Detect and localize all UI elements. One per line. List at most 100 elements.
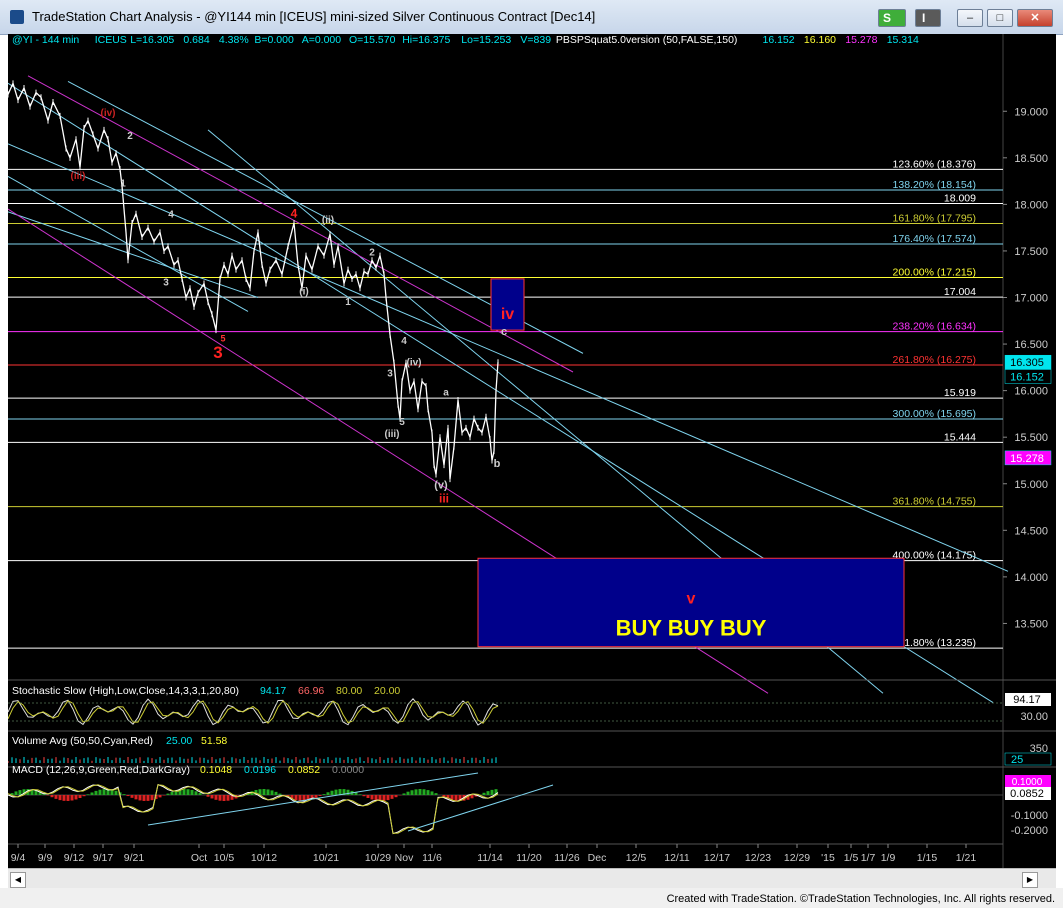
wave-label: 3	[213, 343, 222, 362]
channel-line	[7, 143, 1009, 572]
price-badge-text: 16.152	[1010, 371, 1044, 383]
macd-axis-label: 0.1000	[1012, 777, 1043, 788]
price-axis-label: 14.000	[1014, 572, 1048, 584]
stochastic-d-line	[7, 700, 499, 724]
header-field: 15.278	[845, 34, 877, 46]
date-axis-label: 11/20	[516, 852, 542, 864]
price-line	[7, 81, 499, 480]
wave-label: 5	[220, 333, 225, 343]
window-title: TradeStation Chart Analysis - @YI144 min…	[32, 9, 596, 24]
horizontal-scrollbar[interactable]: ◀ ▶	[8, 868, 1056, 889]
date-axis-label: 10/12	[251, 852, 277, 864]
fib-level-label: 161.80% (17.795)	[893, 212, 976, 224]
price-badge-text: 16.305	[1010, 357, 1044, 369]
price-axis-label: 13.500	[1014, 618, 1048, 630]
wave-label: (v)	[434, 479, 448, 491]
macd-label: MACD (12,26,9,Green,Red,DarkGray)	[12, 764, 190, 776]
i-button[interactable]: I	[915, 9, 941, 27]
wave-label: 4	[168, 209, 174, 220]
scroll-left-icon[interactable]: ◀	[10, 872, 26, 888]
macd-axis-label: 0.0852	[1010, 788, 1044, 800]
fib-level-label: 261.80% (16.275)	[893, 354, 976, 366]
date-axis-label: 1/21	[956, 852, 977, 864]
minimize-button[interactable]: ‒	[957, 9, 983, 27]
tradestation-icon	[10, 10, 24, 24]
volume-axis-label: 25	[1011, 754, 1023, 766]
header-field: A=0.000	[302, 34, 342, 46]
scroll-right-icon[interactable]: ▶	[1022, 872, 1038, 888]
wave-label: (iii)	[385, 429, 400, 440]
stochastic-value: 94.17	[260, 685, 286, 697]
price-axis-label: 15.000	[1014, 479, 1048, 491]
footer: Created with TradeStation. ©TradeStation…	[0, 888, 1063, 908]
date-axis-label: 1/9	[881, 852, 896, 864]
date-axis-label: Dec	[588, 852, 607, 864]
s-button[interactable]: S	[878, 9, 906, 27]
fib-level-label: 15.444	[944, 431, 976, 443]
fib-level-label: 300.00% (15.695)	[893, 408, 976, 420]
close-button[interactable]: ✕	[1017, 9, 1053, 27]
fib-level-label: 18.009	[944, 193, 976, 205]
header-field: Lo=15.253	[461, 34, 511, 46]
wave-label: 4	[291, 206, 298, 220]
date-axis-label: 1/7	[861, 852, 876, 864]
wave-v-label: v	[687, 590, 696, 607]
volume-value: 51.58	[201, 735, 227, 747]
date-axis-label: 12/5	[626, 852, 647, 864]
wave-iv-label: iv	[501, 306, 514, 323]
date-axis-label: 12/17	[704, 852, 730, 864]
wave-label: 4	[401, 336, 407, 347]
date-axis-label: 1/5	[844, 852, 859, 864]
price-badge-text: 15.278	[1010, 453, 1044, 465]
stochastic-value: 80.00	[336, 685, 362, 697]
fib-level-label: 123.60% (18.376)	[893, 158, 976, 170]
volume-value: 25.00	[166, 735, 192, 747]
price-axis-label: 18.000	[1014, 199, 1048, 211]
date-axis-label: 9/17	[93, 852, 114, 864]
header-field: 15.314	[887, 34, 919, 46]
fib-level-label: 176.40% (17.574)	[893, 233, 976, 245]
macd-value: 0.1048	[200, 764, 232, 776]
price-axis-label: 17.500	[1014, 246, 1048, 258]
stochastic-value: 66.96	[298, 685, 324, 697]
fib-level-label: 15.919	[944, 387, 976, 399]
price-axis-label: 17.000	[1014, 293, 1048, 305]
wave-label: 5	[399, 417, 405, 428]
maximize-button[interactable]: □	[987, 9, 1013, 27]
macd-trendline	[407, 784, 554, 832]
wave-label: 3	[163, 277, 169, 288]
header-field: ICEUS	[95, 34, 127, 46]
wave-label: a	[443, 387, 449, 398]
date-axis-label: 11/6	[422, 852, 442, 864]
price-axis-label: 14.500	[1014, 525, 1048, 537]
chart-window[interactable]: 123.60% (18.376) 138.20% (18.154) 18.009 16…	[7, 34, 1056, 888]
macd-trendline	[147, 772, 479, 826]
header-field: @YI - 144 min	[12, 34, 79, 46]
date-axis-label: '15	[821, 852, 835, 864]
macd-value: 0.0196	[244, 764, 276, 776]
price-chart[interactable]: 123.60% (18.376)138.20% (18.154)18.00916…	[7, 34, 1056, 868]
price-axis-label: 15.500	[1014, 432, 1048, 444]
wave-label: (i)	[299, 287, 308, 298]
macd-value: 0.0852	[288, 764, 320, 776]
wave-label: (iv)	[407, 357, 422, 368]
date-axis-label: Oct	[191, 852, 207, 864]
date-axis-label: Nov	[395, 852, 414, 864]
date-axis-label: 12/23	[745, 852, 771, 864]
header-field: 0.684	[183, 34, 209, 46]
header-field: B=0.000	[254, 34, 294, 46]
stochastic-label: Stochastic Slow (High,Low,Close,14,3,3,1…	[12, 685, 239, 697]
channel-line	[7, 211, 259, 298]
price-axis-label: 16.000	[1014, 386, 1048, 398]
wave-label: 1	[345, 297, 351, 308]
header-field: 4.38%	[219, 34, 249, 46]
date-axis-label: 11/26	[554, 852, 580, 864]
wave-label: 2	[369, 248, 375, 259]
wave-label: b	[494, 458, 501, 470]
header-field: V=839	[520, 34, 551, 46]
date-axis-label: 11/14	[477, 852, 503, 864]
wave-label: (iv)	[101, 108, 116, 119]
stochastic-axis-label: 94.17	[1013, 694, 1041, 706]
date-axis-label: 1/15	[917, 852, 938, 864]
header-field: 16.160	[804, 34, 836, 46]
